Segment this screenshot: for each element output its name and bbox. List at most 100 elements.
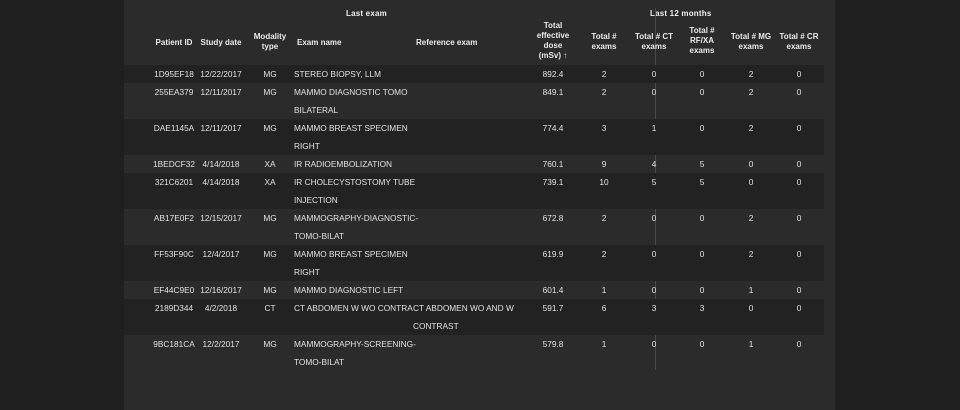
cell-total-exams: 6 xyxy=(601,303,607,313)
table-row[interactable]: EF44C9E0 12/16/2017 MG MAMMO DIAGNOSTIC … xyxy=(124,281,824,299)
col-header-total-exams[interactable]: Total # exams xyxy=(582,32,626,52)
cell-patient-id: 1BEDCF32 xyxy=(153,159,195,169)
col-header-total-ct-line2: exams xyxy=(641,42,667,51)
cell-exam-name-line1: MAMMO BREAST SPECIMEN xyxy=(294,249,408,259)
cell-total-rfxa: 5 xyxy=(699,177,705,187)
col-header-dose-line1: Total xyxy=(543,21,563,30)
col-header-study-date[interactable]: Study date xyxy=(200,38,242,48)
col-header-total-rfxa-line3: exams xyxy=(689,46,715,55)
cell-total-ct: 5 xyxy=(651,177,657,187)
col-header-total-ct-line1: Total # CT xyxy=(634,32,674,41)
cell-study-date: 12/4/2017 xyxy=(202,249,240,259)
cell-exam-name-line2: TOMO-BILAT xyxy=(294,357,344,367)
cell-dose: 892.4 xyxy=(542,69,564,79)
cell-exam-name-line1: MAMMO BREAST SPECIMEN xyxy=(294,123,408,133)
col-header-total-cr-exams[interactable]: Total # CR exams xyxy=(774,32,824,52)
col-header-total-ct-exams[interactable]: Total # CT exams xyxy=(629,32,679,52)
cell-patient-id: 2189D344 xyxy=(154,303,194,313)
table-row[interactable]: 1BEDCF32 4/14/2018 XA IR RADIOEMBOLIZATI… xyxy=(124,155,824,173)
cell-exam-name-line1: STEREO BIOPSY, LLM xyxy=(294,69,381,79)
cell-total-ct: 0 xyxy=(651,213,657,223)
cell-total-ct: 0 xyxy=(651,339,657,349)
cell-total-rfxa: 0 xyxy=(699,87,705,97)
cell-total-mg: 0 xyxy=(748,159,754,169)
table-row[interactable]: 9BC181CA 12/2/2017 MG MAMMOGRAPHY-SCREEN… xyxy=(124,335,824,371)
cell-total-cr: 0 xyxy=(796,123,802,133)
table-row[interactable]: 255EA379 12/11/2017 MG MAMMO DIAGNOSTIC … xyxy=(124,83,824,119)
cell-exam-name-line2: RIGHT xyxy=(294,267,320,277)
cell-modality: MG xyxy=(263,213,277,223)
table-row[interactable]: 2189D344 4/2/2018 CT CT ABDOMEN W WO CON… xyxy=(124,299,824,335)
cell-total-mg: 2 xyxy=(748,87,754,97)
cell-patient-id: FF53F90C xyxy=(154,249,194,259)
cell-total-rfxa: 0 xyxy=(699,213,705,223)
cell-total-rfxa: 3 xyxy=(699,303,705,313)
group-header-last-12-months: Last 12 months xyxy=(650,9,712,18)
cell-reference-exam-line2: CONTRAST xyxy=(413,321,459,331)
cell-dose: 849.1 xyxy=(542,87,564,97)
cell-exam-name-line2: BILATERAL xyxy=(294,105,339,115)
cell-total-exams: 2 xyxy=(601,249,607,259)
cell-study-date: 12/11/2017 xyxy=(200,87,242,97)
cell-total-mg: 1 xyxy=(748,339,754,349)
cell-total-cr: 0 xyxy=(796,249,802,259)
cell-total-rfxa: 0 xyxy=(699,285,705,295)
cell-patient-id: 321C6201 xyxy=(154,177,194,187)
col-header-total-mg-line2: exams xyxy=(738,42,764,51)
table-row[interactable]: 321C6201 4/14/2018 XA IR CHOLECYSTOSTOMY… xyxy=(124,173,824,209)
cell-total-cr: 0 xyxy=(796,213,802,223)
cell-total-cr: 0 xyxy=(796,177,802,187)
col-header-total-rfxa-line1: Total # xyxy=(689,26,715,35)
cell-exam-name-line2: INJECTION xyxy=(294,195,338,205)
cell-total-cr: 0 xyxy=(796,87,802,97)
col-header-dose-line3: dose xyxy=(543,41,563,50)
cell-total-mg: 1 xyxy=(748,285,754,295)
col-header-dose-line2: effective xyxy=(536,31,570,40)
cell-total-ct: 0 xyxy=(651,249,657,259)
cell-total-exams: 2 xyxy=(601,69,607,79)
table-row[interactable]: AB17E0F2 12/15/2017 MG MAMMOGRAPHY-DIAGN… xyxy=(124,209,824,245)
cell-total-mg: 0 xyxy=(748,303,754,313)
col-header-patient-id[interactable]: Patient ID xyxy=(152,38,196,48)
cell-study-date: 12/15/2017 xyxy=(200,213,242,223)
cell-modality: XA xyxy=(264,177,276,187)
col-header-dose-unit: (mSv) xyxy=(538,51,561,60)
col-header-total-mg-exams[interactable]: Total # MG exams xyxy=(726,32,776,52)
col-header-total-effective-dose[interactable]: Total effective dose (mSv) ↑ xyxy=(526,21,580,61)
table-row[interactable]: DAE1145A 12/11/2017 MG MAMMO BREAST SPEC… xyxy=(124,119,824,155)
col-header-modality-type[interactable]: Modality type xyxy=(248,32,292,52)
cell-modality: MG xyxy=(263,69,277,79)
cell-total-exams: 1 xyxy=(601,285,607,295)
cell-exam-name-line1: MAMMO DIAGNOSTIC LEFT xyxy=(294,285,404,295)
cell-total-cr: 0 xyxy=(796,69,802,79)
cell-exam-name-line2: TOMO-BILAT xyxy=(294,231,344,241)
cell-total-ct: 1 xyxy=(651,123,657,133)
cell-total-cr: 0 xyxy=(796,303,802,313)
table-row[interactable]: FF53F90C 12/4/2017 MG MAMMO BREAST SPECI… xyxy=(124,245,824,281)
table-row[interactable]: 1D95EF18 12/22/2017 MG STEREO BIOPSY, LL… xyxy=(124,65,824,83)
cell-total-cr: 0 xyxy=(796,339,802,349)
cell-total-exams: 2 xyxy=(601,87,607,97)
cell-total-mg: 2 xyxy=(748,249,754,259)
cell-study-date: 4/2/2018 xyxy=(204,303,238,313)
cell-dose: 579.8 xyxy=(542,339,564,349)
cell-exam-name-line1: IR RADIOEMBOLIZATION xyxy=(294,159,393,169)
cell-exam-name-line2: RIGHT xyxy=(294,141,320,151)
col-header-dose-line4: (mSv) ↑ xyxy=(526,51,580,61)
cell-total-cr: 0 xyxy=(796,159,802,169)
cell-total-cr: 0 xyxy=(796,285,802,295)
exam-dose-table-panel: Last exam Last 12 months Patient ID Stud… xyxy=(124,0,835,410)
col-header-total-rfxa-exams[interactable]: Total # RF/XA exams xyxy=(680,26,724,56)
cell-study-date: 12/11/2017 xyxy=(200,123,242,133)
col-header-modality-line2: type xyxy=(261,42,279,51)
cell-total-exams: 1 xyxy=(601,339,607,349)
cell-study-date: 12/16/2017 xyxy=(200,285,242,295)
sort-ascending-icon[interactable]: ↑ xyxy=(563,51,567,60)
cell-modality: MG xyxy=(263,123,277,133)
col-header-total-exams-line2: exams xyxy=(591,42,617,51)
cell-reference-exam-line1: CT ABDOMEN WO AND W xyxy=(413,303,514,313)
cell-study-date: 4/14/2018 xyxy=(202,177,240,187)
col-header-exam-name[interactable]: Exam name xyxy=(297,38,357,48)
col-header-reference-exam[interactable]: Reference exam xyxy=(416,38,486,48)
cell-exam-name-line1: MAMMOGRAPHY-DIAGNOSTIC- xyxy=(294,213,419,223)
